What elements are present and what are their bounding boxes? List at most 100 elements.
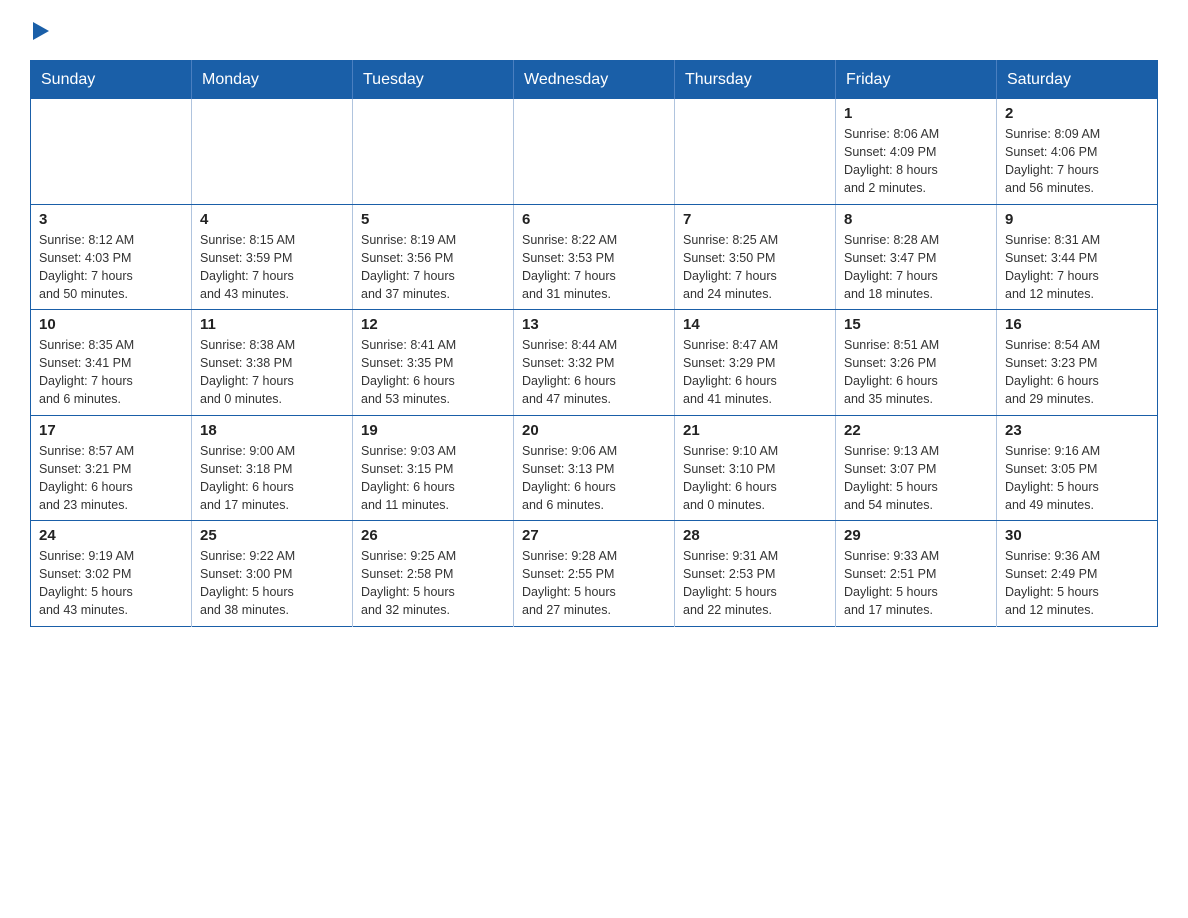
day-info: Sunrise: 8:57 AM Sunset: 3:21 PM Dayligh… [39, 442, 183, 515]
calendar-cell: 14 Sunrise: 8:47 AM Sunset: 3:29 PM Dayli… [675, 310, 836, 416]
calendar-cell: 12 Sunrise: 8:41 AM Sunset: 3:35 PM Dayli… [353, 310, 514, 416]
calendar-cell [514, 99, 675, 204]
calendar-cell: 6 Sunrise: 8:22 AM Sunset: 3:53 PM Daylig… [514, 204, 675, 310]
weekday-header-monday: Monday [192, 61, 353, 100]
day-number: 4 [200, 211, 344, 228]
day-info: Sunrise: 8:35 AM Sunset: 3:41 PM Dayligh… [39, 336, 183, 409]
calendar-week-row: 24Sunrise: 9:19 AM Sunset: 3:02 PM Dayli… [31, 521, 1158, 627]
day-info: Sunrise: 8:38 AM Sunset: 3:38 PM Dayligh… [200, 336, 344, 409]
calendar-cell: 5 Sunrise: 8:19 AM Sunset: 3:56 PM Daylig… [353, 204, 514, 310]
calendar-cell: 27 Sunrise: 9:28 AM Sunset: 2:55 PM Dayli… [514, 521, 675, 627]
day-info: Sunrise: 9:13 AM Sunset: 3:07 PM Dayligh… [844, 442, 988, 515]
day-info: Sunrise: 9:36 AM Sunset: 2:49 PM Dayligh… [1005, 547, 1149, 620]
day-info: Sunrise: 8:28 AM Sunset: 3:47 PM Dayligh… [844, 231, 988, 304]
calendar-cell: 11 Sunrise: 8:38 AM Sunset: 3:38 PM Dayli… [192, 310, 353, 416]
day-number: 12 [361, 316, 505, 333]
calendar-cell: 18Sunrise: 9:00 AM Sunset: 3:18 PM Dayli… [192, 415, 353, 521]
calendar-cell: 8 Sunrise: 8:28 AM Sunset: 3:47 PM Daylig… [836, 204, 997, 310]
calendar-cell: 23 Sunrise: 9:16 AM Sunset: 3:05 PM Dayli… [997, 415, 1158, 521]
calendar-cell: 10 Sunrise: 8:35 AM Sunset: 3:41 PM Dayli… [31, 310, 192, 416]
day-info: Sunrise: 8:19 AM Sunset: 3:56 PM Dayligh… [361, 231, 505, 304]
calendar-cell [675, 99, 836, 204]
day-info: Sunrise: 9:00 AM Sunset: 3:18 PM Dayligh… [200, 442, 344, 515]
calendar-cell: 30 Sunrise: 9:36 AM Sunset: 2:49 PM Dayli… [997, 521, 1158, 627]
day-number: 26 [361, 527, 505, 544]
day-number: 22 [844, 422, 988, 439]
day-info: Sunrise: 8:47 AM Sunset: 3:29 PM Dayligh… [683, 336, 827, 409]
calendar-week-row: 10 Sunrise: 8:35 AM Sunset: 3:41 PM Dayli… [31, 310, 1158, 416]
calendar-cell [31, 99, 192, 204]
day-info: Sunrise: 8:25 AM Sunset: 3:50 PM Dayligh… [683, 231, 827, 304]
calendar-cell: 16 Sunrise: 8:54 AM Sunset: 3:23 PM Dayli… [997, 310, 1158, 416]
calendar-cell: 13 Sunrise: 8:44 AM Sunset: 3:32 PM Dayli… [514, 310, 675, 416]
calendar-cell: 24Sunrise: 9:19 AM Sunset: 3:02 PM Dayli… [31, 521, 192, 627]
calendar-cell: 7 Sunrise: 8:25 AM Sunset: 3:50 PM Daylig… [675, 204, 836, 310]
day-info: Sunrise: 9:28 AM Sunset: 2:55 PM Dayligh… [522, 547, 666, 620]
calendar-cell: 4 Sunrise: 8:15 AM Sunset: 3:59 PM Daylig… [192, 204, 353, 310]
day-number: 15 [844, 316, 988, 333]
weekday-header-friday: Friday [836, 61, 997, 100]
day-info: Sunrise: 9:03 AM Sunset: 3:15 PM Dayligh… [361, 442, 505, 515]
weekday-header-wednesday: Wednesday [514, 61, 675, 100]
day-number: 25 [200, 527, 344, 544]
day-number: 17 [39, 422, 183, 439]
calendar-week-row: 3Sunrise: 8:12 AM Sunset: 4:03 PM Daylig… [31, 204, 1158, 310]
day-number: 13 [522, 316, 666, 333]
day-info: Sunrise: 9:10 AM Sunset: 3:10 PM Dayligh… [683, 442, 827, 515]
calendar-cell: 2 Sunrise: 8:09 AM Sunset: 4:06 PM Daylig… [997, 99, 1158, 204]
day-number: 2 [1005, 105, 1149, 122]
calendar-cell: 17 Sunrise: 8:57 AM Sunset: 3:21 PM Dayli… [31, 415, 192, 521]
day-number: 1 [844, 105, 988, 122]
calendar-cell: 15 Sunrise: 8:51 AM Sunset: 3:26 PM Dayli… [836, 310, 997, 416]
calendar-week-row: 1 Sunrise: 8:06 AM Sunset: 4:09 PM Daylig… [31, 99, 1158, 204]
day-info: Sunrise: 8:44 AM Sunset: 3:32 PM Dayligh… [522, 336, 666, 409]
day-number: 10 [39, 316, 183, 333]
day-info: Sunrise: 9:33 AM Sunset: 2:51 PM Dayligh… [844, 547, 988, 620]
day-number: 24 [39, 527, 183, 544]
day-number: 11 [200, 316, 344, 333]
calendar-cell: 20 Sunrise: 9:06 AM Sunset: 3:13 PM Dayli… [514, 415, 675, 521]
day-number: 19 [361, 422, 505, 439]
weekday-header-saturday: Saturday [997, 61, 1158, 100]
day-number: 30 [1005, 527, 1149, 544]
day-info: Sunrise: 9:06 AM Sunset: 3:13 PM Dayligh… [522, 442, 666, 515]
calendar-cell [353, 99, 514, 204]
weekday-header-sunday: Sunday [31, 61, 192, 100]
calendar-cell: 26Sunrise: 9:25 AM Sunset: 2:58 PM Dayli… [353, 521, 514, 627]
day-number: 27 [522, 527, 666, 544]
calendar-cell: 1 Sunrise: 8:06 AM Sunset: 4:09 PM Daylig… [836, 99, 997, 204]
calendar-cell: 21 Sunrise: 9:10 AM Sunset: 3:10 PM Dayli… [675, 415, 836, 521]
day-info: Sunrise: 8:22 AM Sunset: 3:53 PM Dayligh… [522, 231, 666, 304]
day-number: 16 [1005, 316, 1149, 333]
day-info: Sunrise: 9:31 AM Sunset: 2:53 PM Dayligh… [683, 547, 827, 620]
day-info: Sunrise: 8:54 AM Sunset: 3:23 PM Dayligh… [1005, 336, 1149, 409]
day-number: 20 [522, 422, 666, 439]
day-info: Sunrise: 9:22 AM Sunset: 3:00 PM Dayligh… [200, 547, 344, 620]
day-info: Sunrise: 8:12 AM Sunset: 4:03 PM Dayligh… [39, 231, 183, 304]
weekday-header-tuesday: Tuesday [353, 61, 514, 100]
logo-flag-icon [31, 20, 53, 42]
day-number: 21 [683, 422, 827, 439]
day-number: 7 [683, 211, 827, 228]
day-info: Sunrise: 9:16 AM Sunset: 3:05 PM Dayligh… [1005, 442, 1149, 515]
logo [30, 20, 53, 44]
day-number: 6 [522, 211, 666, 228]
calendar-table: SundayMondayTuesdayWednesdayThursdayFrid… [30, 60, 1158, 627]
day-info: Sunrise: 8:31 AM Sunset: 3:44 PM Dayligh… [1005, 231, 1149, 304]
day-number: 23 [1005, 422, 1149, 439]
day-number: 14 [683, 316, 827, 333]
day-info: Sunrise: 8:41 AM Sunset: 3:35 PM Dayligh… [361, 336, 505, 409]
day-number: 5 [361, 211, 505, 228]
calendar-cell [192, 99, 353, 204]
day-info: Sunrise: 8:15 AM Sunset: 3:59 PM Dayligh… [200, 231, 344, 304]
day-number: 9 [1005, 211, 1149, 228]
day-info: Sunrise: 8:06 AM Sunset: 4:09 PM Dayligh… [844, 125, 988, 198]
page-header [30, 20, 1158, 44]
day-info: Sunrise: 8:09 AM Sunset: 4:06 PM Dayligh… [1005, 125, 1149, 198]
calendar-week-row: 17 Sunrise: 8:57 AM Sunset: 3:21 PM Dayli… [31, 415, 1158, 521]
day-number: 8 [844, 211, 988, 228]
calendar-cell: 22 Sunrise: 9:13 AM Sunset: 3:07 PM Dayli… [836, 415, 997, 521]
day-info: Sunrise: 8:51 AM Sunset: 3:26 PM Dayligh… [844, 336, 988, 409]
calendar-cell: 3Sunrise: 8:12 AM Sunset: 4:03 PM Daylig… [31, 204, 192, 310]
day-number: 29 [844, 527, 988, 544]
